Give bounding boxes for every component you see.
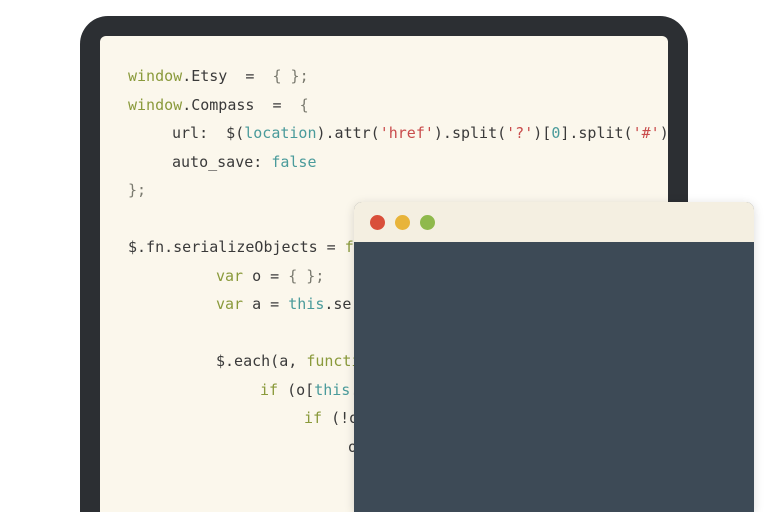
semicolon: ; <box>300 67 309 85</box>
braces: { } <box>288 267 315 285</box>
code-line: url: $(location).attr('href').split('?')… <box>128 119 640 148</box>
code-line: window.Etsy = { }; <box>128 62 640 91</box>
code-text: )[ <box>533 124 551 142</box>
code-text: .Compass = <box>182 96 299 114</box>
semicolon: ; <box>315 267 324 285</box>
braces: { } <box>273 67 300 85</box>
code-line: }; <box>128 176 640 205</box>
code-text: .Etsy = <box>182 67 272 85</box>
number-zero: 0 <box>551 124 560 142</box>
stage: window.Etsy = { }; window.Compass = { ur… <box>0 0 768 512</box>
code-text: url: $( <box>172 124 244 142</box>
keyword-this: this <box>314 381 350 399</box>
keyword-if: if <box>260 381 278 399</box>
brace-close: } <box>128 181 137 199</box>
code-text: ).attr( <box>317 124 380 142</box>
keyword-var: var <box>216 295 243 313</box>
string-href: 'href' <box>380 124 434 142</box>
code-text: (o[ <box>278 381 314 399</box>
string-qmark: '?' <box>506 124 533 142</box>
code-text: ).split( <box>434 124 506 142</box>
terminal-window[interactable] <box>354 202 754 512</box>
keyword-if: if <box>304 409 322 427</box>
code-text: )[ <box>660 124 668 142</box>
code-text: ].split( <box>560 124 632 142</box>
minimize-icon[interactable] <box>395 215 410 230</box>
keyword-window: window <box>128 67 182 85</box>
keyword-window: window <box>128 96 182 114</box>
window-titlebar[interactable] <box>354 202 754 242</box>
code-text: auto_save: <box>172 153 271 171</box>
code-text: $.each(a, <box>216 352 306 370</box>
code-line: auto_save: false <box>128 148 640 177</box>
identifier-location: location <box>244 124 316 142</box>
code-line: window.Compass = { <box>128 91 640 120</box>
terminal-body[interactable] <box>354 242 754 512</box>
code-text: $.fn.serializeObjects = <box>128 238 345 256</box>
semicolon: ; <box>137 181 146 199</box>
keyword-false: false <box>271 153 316 171</box>
close-icon[interactable] <box>370 215 385 230</box>
brace-open: { <box>300 96 309 114</box>
keyword-this: this <box>288 295 324 313</box>
zoom-icon[interactable] <box>420 215 435 230</box>
code-text: a = <box>243 295 288 313</box>
keyword-var: var <box>216 267 243 285</box>
string-hash: '#' <box>633 124 660 142</box>
code-text: o = <box>243 267 288 285</box>
